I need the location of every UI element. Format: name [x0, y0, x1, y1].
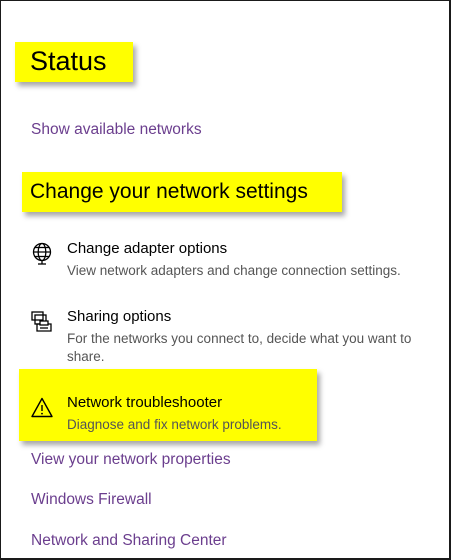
globe-icon [30, 242, 54, 266]
network-settings-heading: Change your network settings [30, 180, 308, 203]
view-network-properties-link[interactable]: View your network properties [31, 451, 231, 469]
window-frame [0, 0, 451, 560]
change-adapter-options-title: Change adapter options [67, 240, 228, 257]
network-troubleshooter-title: Network troubleshooter [67, 394, 223, 411]
show-available-networks-link[interactable]: Show available networks [31, 121, 202, 139]
warning-icon [30, 396, 54, 420]
sharing-options-title: Sharing options [67, 308, 172, 325]
windows-firewall-link[interactable]: Windows Firewall [31, 491, 152, 509]
sharing-options-description: For the networks you connect to, decide … [67, 331, 412, 364]
change-adapter-options-description: View network adapters and change connect… [67, 263, 401, 278]
network-troubleshooter-description: Diagnose and fix network problems. [67, 417, 282, 432]
status-heading: Status [30, 46, 107, 76]
printer-icon [30, 310, 54, 334]
network-sharing-center-link[interactable]: Network and Sharing Center [31, 532, 227, 550]
